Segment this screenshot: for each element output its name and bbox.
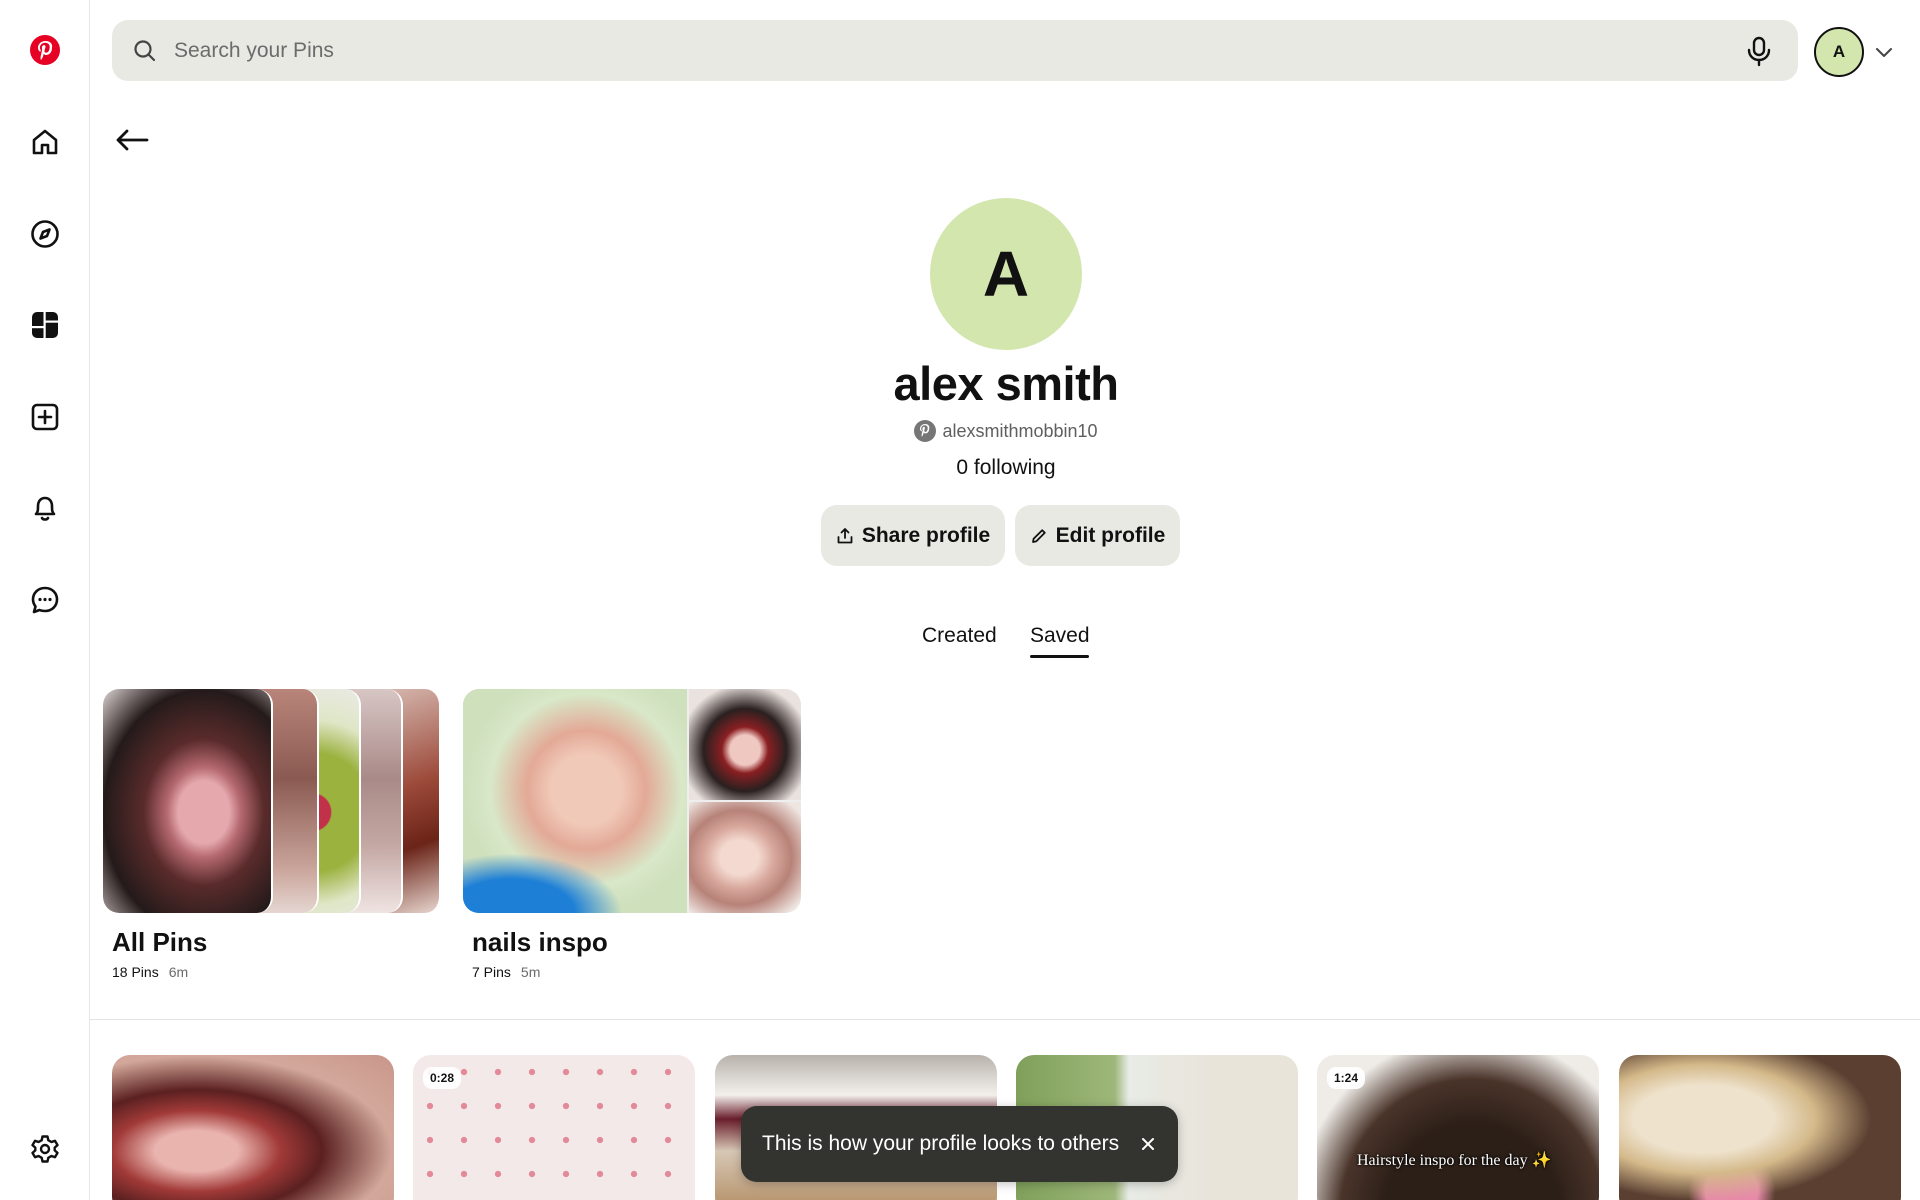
board-pin-count: 7 Pins [472,964,511,980]
edit-profile-label: Edit profile [1055,523,1166,547]
close-icon[interactable] [1136,1132,1160,1156]
section-divider [90,1019,1920,1020]
back-arrow-icon[interactable] [110,118,154,162]
account-avatar[interactable]: A [1814,27,1864,77]
profile-name: alex smith [893,357,1119,410]
following-count[interactable]: 0 following [760,456,1252,480]
tab-created[interactable]: Created [922,624,997,648]
cover-image [103,689,273,913]
edit-profile-button[interactable]: Edit profile [1015,505,1180,566]
home-icon[interactable] [21,118,69,166]
profile-tabs: Created Saved [900,624,1110,660]
left-navigation-rail [0,0,90,1200]
board-pin-count: 18 Pins [112,964,159,980]
cover-image-detail [463,853,623,913]
microphone-icon[interactable] [1742,34,1776,68]
board-updated-age: 5m [520,964,541,980]
video-duration-badge: 0:28 [423,1067,462,1089]
pinterest-logo-icon [30,35,60,65]
pin-card[interactable]: 0:28 [413,1055,695,1200]
pin-card[interactable] [112,1055,394,1200]
cover-image-bottom [689,802,801,913]
bell-icon[interactable] [21,484,69,532]
search-bar[interactable] [112,20,1798,81]
profile-handle-text: alexsmithmobbin10 [942,420,1098,441]
profile-handle: alexsmithmobbin10 [760,420,1252,442]
pin-caption: Hairstyle inspo for the day ✨ [1357,1152,1552,1169]
pin-card[interactable]: 1:24 Hairstyle inspo for the day ✨ [1317,1055,1599,1200]
toast-notification: This is how your profile looks to others [741,1106,1178,1182]
boards-icon[interactable] [21,301,69,349]
pinterest-badge-icon [914,420,937,442]
pin-card[interactable] [1619,1055,1901,1200]
active-tab-indicator [1030,655,1089,658]
board-card-all-pins[interactable]: All Pins 18 Pins 6m [103,689,441,980]
tab-saved[interactable]: Saved [1030,624,1090,648]
messages-icon[interactable] [21,576,69,624]
video-duration-badge: 1:24 [1327,1067,1366,1089]
settings-icon[interactable] [21,1125,69,1173]
board-cover-collage [463,689,801,913]
pencil-icon [1031,528,1046,543]
explore-icon[interactable] [21,210,69,258]
share-icon [837,527,853,543]
create-icon[interactable] [21,393,69,441]
board-updated-age: 6m [168,964,189,980]
board-card-nails-inspo[interactable]: nails inspo 7 Pins 5m [463,689,801,980]
share-profile-button[interactable]: Share profile [821,505,1005,566]
cover-image-top [689,689,801,800]
board-cover-stack [103,689,441,913]
board-meta: 18 Pins 6m [103,964,441,980]
board-meta: 7 Pins 5m [463,964,801,980]
toast-message: This is how your profile looks to others [762,1132,1120,1155]
search-icon [134,40,156,62]
chevron-down-icon[interactable] [1872,40,1896,64]
pinterest-logo[interactable] [21,26,69,74]
board-title: nails inspo [472,927,608,957]
search-input[interactable] [162,20,1722,81]
board-title: All Pins [112,927,208,957]
profile-avatar: A [930,198,1082,350]
share-profile-label: Share profile [861,523,991,547]
